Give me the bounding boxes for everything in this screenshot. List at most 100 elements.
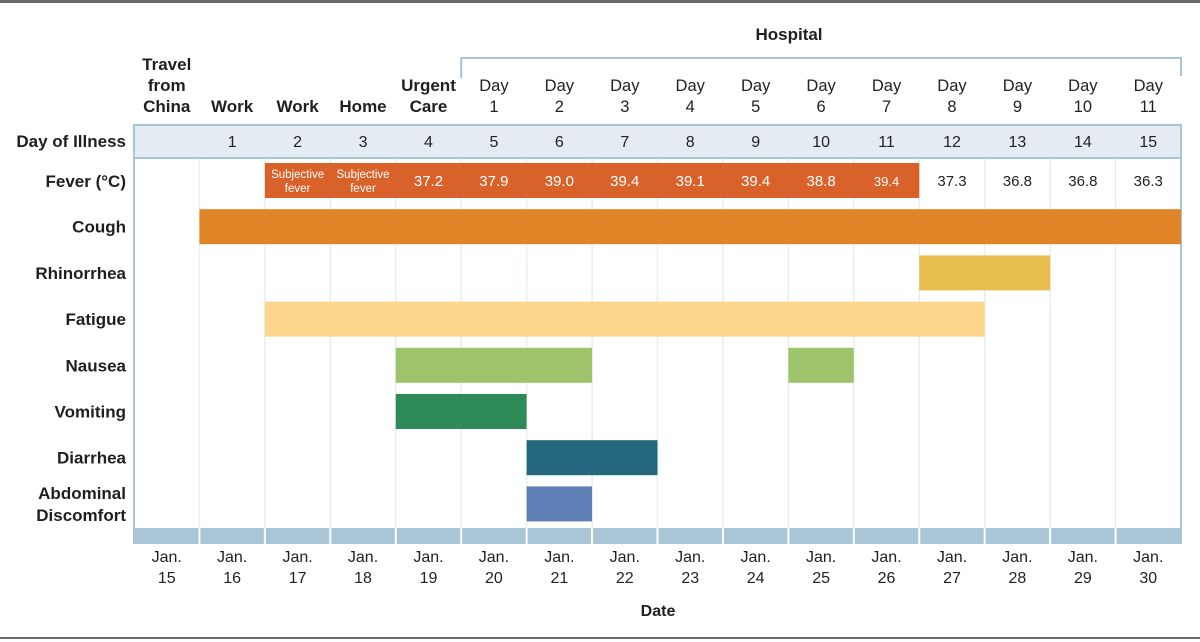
date-band-segment [723, 528, 788, 544]
x-axis-title: Date [641, 603, 676, 620]
date-tick-label: 23 [681, 570, 699, 587]
date-tick-label: Jan. [806, 549, 836, 566]
fever-value: Subjective [271, 169, 324, 181]
symptom-label: Diarrhea [57, 449, 127, 468]
date-band-segment [920, 528, 984, 544]
date-tick-label: 30 [1139, 570, 1157, 587]
date-tick-label: Jan. [937, 549, 967, 566]
date-tick-label: 20 [485, 570, 503, 587]
location-label: 1 [489, 98, 498, 116]
date-tick-label: Jan. [675, 549, 705, 566]
date-tick-label: 25 [812, 570, 830, 587]
date-tick-label: 21 [550, 570, 568, 587]
date-band-segment [462, 528, 526, 544]
symptom-label: Cough [72, 218, 126, 237]
date-tick-label: Jan. [741, 549, 771, 566]
date-tick-label: 15 [158, 570, 176, 587]
date-tick-label: Jan. [610, 549, 640, 566]
date-tick-label: 28 [1009, 570, 1027, 587]
day-of-illness-value: 6 [555, 134, 564, 151]
day-of-illness-value: 8 [686, 134, 695, 151]
fever-value: 38.8 [806, 173, 835, 190]
day-of-illness-value: 5 [489, 134, 498, 151]
date-tick-label: Jan. [152, 549, 182, 566]
date-tick-label: 29 [1074, 570, 1092, 587]
location-label: Day [872, 77, 902, 95]
date-tick-label: Jan. [1068, 549, 1098, 566]
location-label: Day [1134, 77, 1164, 95]
symptom-label: Fatigue [66, 310, 126, 329]
date-tick-label: Jan. [1133, 549, 1163, 566]
date-tick-label: 16 [223, 570, 241, 587]
date-tick-label: 24 [747, 570, 765, 587]
fever-value: 37.9 [479, 173, 508, 190]
date-band-segment [1051, 528, 1115, 544]
fever-value: fever [350, 183, 376, 195]
bars-layer: Subjective fever Subjective fever 37.2 37.9 39… [199, 163, 1181, 522]
location-label: 9 [1013, 98, 1022, 116]
location-label: Work [276, 97, 319, 116]
date-band-segment [527, 528, 592, 544]
date-band-segment [985, 528, 1050, 544]
date-band-segment [1116, 528, 1180, 544]
symptom-label: Rhinorrhea [35, 264, 126, 283]
date-band-segment [593, 528, 657, 544]
location-label: from [148, 76, 186, 95]
fever-value: 37.3 [937, 173, 966, 190]
day-of-illness-value: 13 [1009, 134, 1027, 151]
location-label: 8 [947, 98, 956, 116]
location-label: Day [806, 77, 836, 95]
location-label: Day [479, 77, 509, 95]
symptom-label: Discomfort [36, 506, 126, 525]
row-labels-layer: Day of Illness Fever (°C) Cough Rhinorrhea F… [16, 132, 126, 525]
hospital-label: Hospital [755, 25, 822, 44]
day-of-illness-value: 14 [1074, 134, 1092, 151]
day-of-illness-label: Day of Illness [16, 132, 126, 151]
date-tick-label: Jan. [871, 549, 901, 566]
day-of-illness-value: 10 [812, 134, 830, 151]
date-tick-label: Jan. [1002, 549, 1032, 566]
location-label: Day [1003, 77, 1033, 95]
symptom-label: Abdominal [38, 484, 126, 503]
fever-value: Subjective [337, 169, 390, 181]
date-band-segment [854, 528, 919, 544]
location-label: 4 [686, 98, 695, 116]
day-of-illness-value: 7 [620, 134, 629, 151]
date-tick-label: 27 [943, 570, 961, 587]
symptom-label: Nausea [66, 356, 127, 375]
location-label: Day [545, 77, 575, 95]
fever-value: 37.2 [414, 173, 443, 190]
location-label: 11 [1140, 98, 1157, 116]
symptom-label: Vomiting [55, 403, 126, 422]
date-band-segment [658, 528, 722, 544]
location-label: 5 [751, 98, 760, 116]
date-band-segment [331, 528, 395, 544]
date-axis-layer: Jan. 15 Jan. 16 Jan. 17 Jan. 18 Jan. 19 Jan. 20 Jan.… [135, 528, 1180, 587]
location-label: Work [211, 97, 254, 116]
day-of-illness-value: 12 [943, 134, 961, 151]
date-tick-label: Jan. [217, 549, 247, 566]
location-label: Day [676, 77, 706, 95]
day-of-illness-value: 4 [424, 134, 433, 151]
fever-value: 36.8 [1003, 173, 1032, 190]
fever-value: 36.8 [1068, 173, 1097, 190]
day-of-illness-value: 15 [1139, 134, 1157, 151]
day-of-illness-value: 11 [878, 134, 895, 151]
day-of-illness-value: 2 [293, 134, 302, 151]
location-label: 3 [620, 98, 629, 116]
location-label: 6 [817, 98, 826, 116]
fever-value: 39.4 [610, 173, 639, 190]
day-of-illness-value: 3 [359, 134, 368, 151]
location-label: Day [937, 77, 967, 95]
date-tick-label: Jan. [348, 549, 378, 566]
location-label: Day [1068, 77, 1098, 95]
date-band-segment [200, 528, 264, 544]
date-band-segment [789, 528, 853, 544]
location-label: 2 [555, 98, 564, 116]
date-tick-label: 17 [289, 570, 307, 587]
day-of-illness-value: 9 [751, 134, 760, 151]
symptom-bar-fatigue [264, 301, 985, 337]
symptom-bar-diarrhea [526, 440, 658, 476]
date-band-segment [135, 528, 199, 544]
location-label: Day [741, 77, 771, 95]
